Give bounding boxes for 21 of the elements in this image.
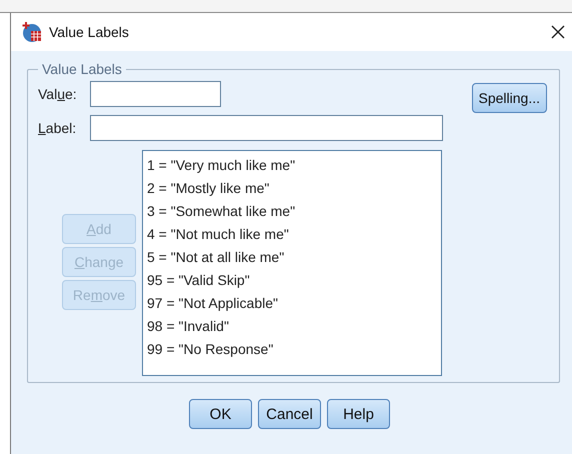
- list-item[interactable]: 1 = "Very much like me": [147, 154, 437, 177]
- list-item[interactable]: 5 = "Not at all like me": [147, 246, 437, 269]
- list-item[interactable]: 3 = "Somewhat like me": [147, 200, 437, 223]
- list-item[interactable]: 97 = "Not Applicable": [147, 292, 437, 315]
- spelling-button[interactable]: Spelling...: [472, 83, 547, 113]
- dialog-button[interactable]: Help: [327, 399, 390, 429]
- list-item[interactable]: 2 = "Mostly like me": [147, 177, 437, 200]
- list-item[interactable]: 98 = "Invalid": [147, 315, 437, 338]
- group-title: Value Labels: [41, 61, 123, 77]
- window-title: Value Labels: [49, 24, 130, 40]
- label-input-field[interactable]: [90, 115, 443, 141]
- field-label: Label:: [38, 120, 78, 136]
- list-item[interactable]: 99 = "No Response": [147, 338, 437, 361]
- value-input-field[interactable]: [90, 81, 221, 107]
- list-item[interactable]: 4 = "Not much like me": [147, 223, 437, 246]
- dialog-button[interactable]: Cancel: [258, 399, 321, 429]
- dialog-button[interactable]: OK: [189, 399, 252, 429]
- field-label: Value:: [38, 86, 78, 102]
- close-icon[interactable]: [550, 24, 566, 40]
- table-icon: [21, 21, 43, 43]
- list-item[interactable]: 95 = "Valid Skip": [147, 269, 437, 292]
